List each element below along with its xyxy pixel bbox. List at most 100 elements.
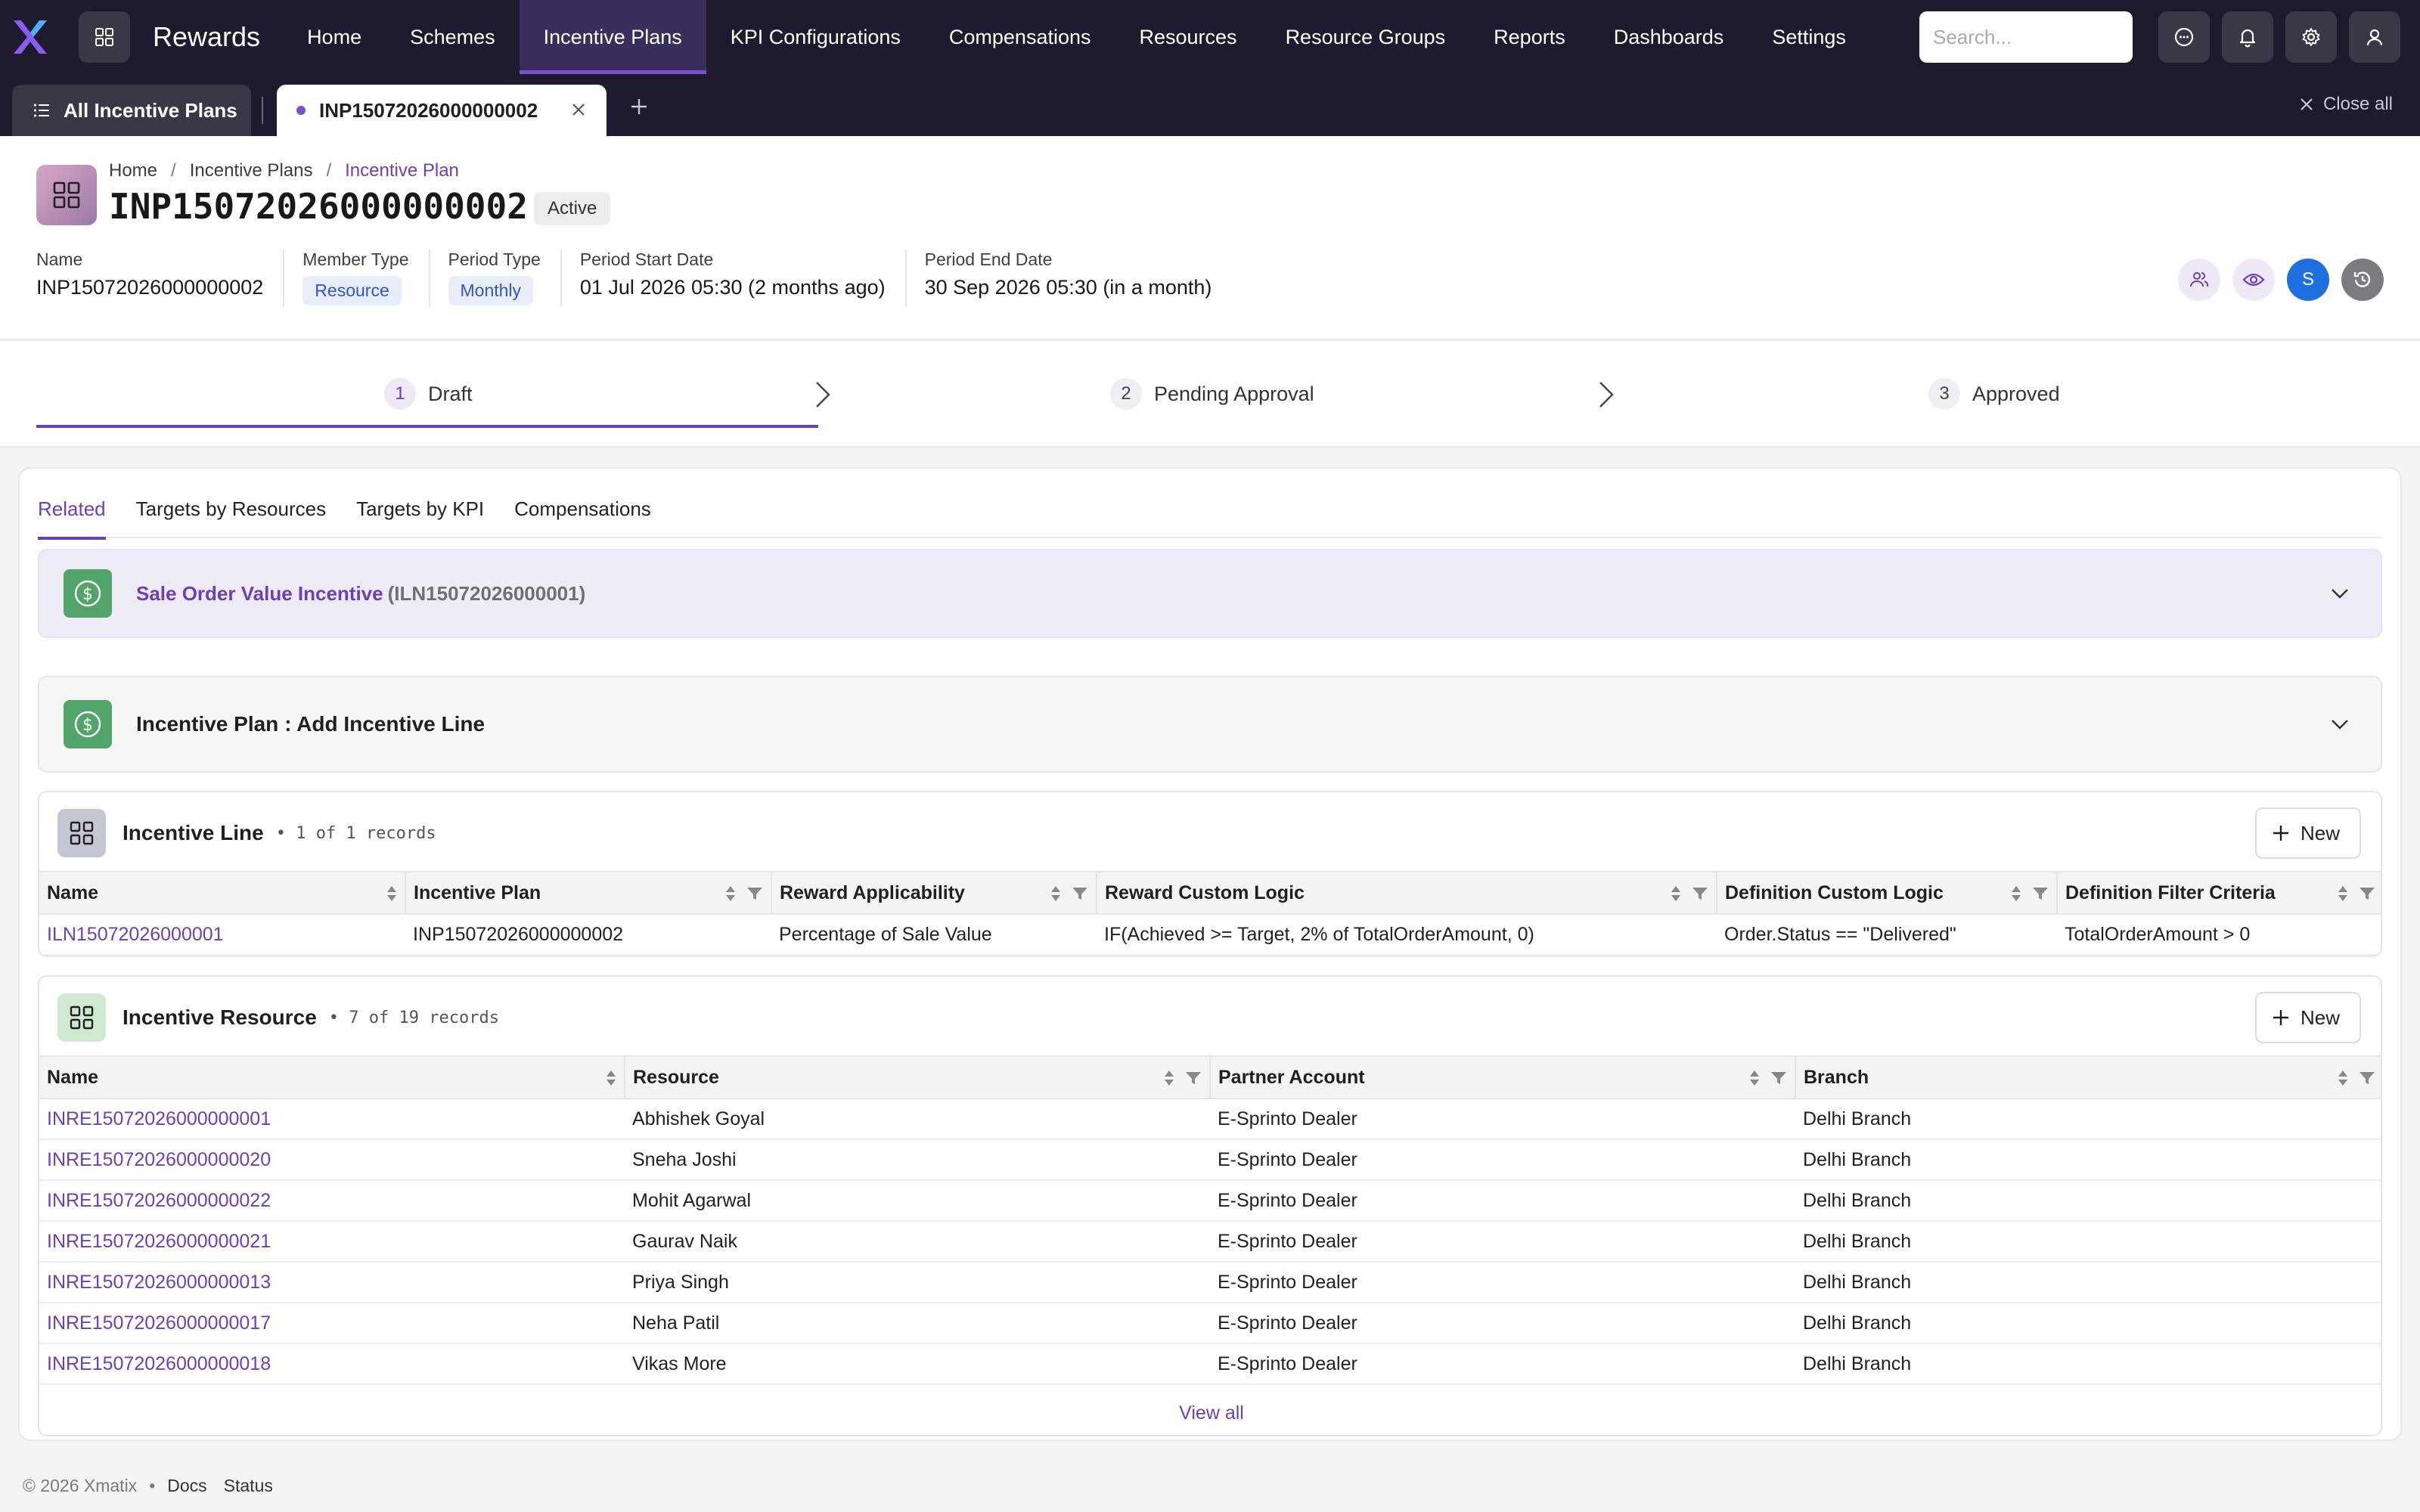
notifications-button[interactable] [2222,11,2273,63]
incentive-resource-name-link[interactable]: INRE15072026000000022 [39,1180,625,1222]
search-input[interactable] [1919,11,2133,63]
incentive-resource-name-link[interactable]: INRE15072026000000021 [39,1221,625,1263]
breadcrumb-home[interactable]: Home [109,160,157,181]
sort-icon[interactable] [606,1069,616,1087]
resource-cell: Vikas More [625,1343,1210,1385]
filter-icon[interactable] [1185,1070,1202,1086]
close-icon[interactable] [570,101,587,118]
resource-cell: Neha Patil [625,1303,1210,1344]
tab-current-record[interactable]: INP15072026000000002 [277,85,607,136]
active-step-indicator [36,425,818,428]
incentive-resource-name-link[interactable]: INRE15072026000000020 [39,1139,625,1181]
avatar[interactable]: S [2287,259,2329,301]
nav-item-kpi-configurations[interactable]: KPI Configurations [706,0,925,74]
sort-icon[interactable] [2338,1069,2348,1087]
new-incentive-line-button[interactable]: New [2254,807,2361,859]
sort-icon[interactable] [386,885,397,903]
table-row[interactable]: INRE15072026000000017 Neha Patil E-Sprin… [39,1303,2381,1344]
close-all-tabs-button[interactable]: Close all [2299,94,2393,115]
nav-item-settings[interactable]: Settings [1748,0,1870,74]
nav-item-home[interactable]: Home [283,0,386,74]
plus-icon [2273,1010,2288,1025]
nav-item-reports[interactable]: Reports [1469,0,1590,74]
sort-icon[interactable] [725,885,736,903]
incentive-resource-table: Name Resource Partner Account Branch INR… [39,1055,2381,1385]
incentive-resource-name-link[interactable]: INRE15072026000000013 [39,1262,625,1303]
filter-icon[interactable] [1692,886,1708,901]
sort-icon[interactable] [2011,885,2021,903]
incentive-resource-name-link[interactable]: INRE15072026000000001 [39,1098,625,1140]
tab-targets-by-resources[interactable]: Targets by Resources [136,484,326,538]
filter-icon[interactable] [1072,886,1088,901]
sort-icon[interactable] [1749,1069,1760,1087]
table-row[interactable]: INRE15072026000000020 Sneha Joshi E-Spri… [39,1139,2381,1181]
footer-link-status[interactable]: Status [224,1476,273,1496]
filter-icon[interactable] [746,886,763,901]
chevron-down-icon[interactable] [2329,586,2350,601]
column-header-resource[interactable]: Resource [625,1055,1211,1099]
table-row[interactable]: INRE15072026000000018 Vikas More E-Sprin… [39,1343,2381,1385]
nav-item-schemes[interactable]: Schemes [386,0,520,74]
incentive-resource-name-link[interactable]: INRE15072026000000017 [39,1303,625,1344]
step-pending-approval[interactable]: 2 Pending Approval [1110,378,1314,410]
incentive-resource-name-link[interactable]: INRE15072026000000018 [39,1343,625,1385]
step-approved[interactable]: 3 Approved [1928,378,2060,410]
filter-icon[interactable] [2359,886,2375,901]
nav-item-incentive-plans[interactable]: Incentive Plans [519,0,706,74]
column-header-reward-applicability[interactable]: Reward Applicability [771,871,1097,915]
tab-compensations[interactable]: Compensations [514,484,651,538]
nav-item-compensations[interactable]: Compensations [925,0,1115,74]
tab-targets-by-kpi[interactable]: Targets by KPI [356,484,484,538]
footer-link-docs[interactable]: Docs [167,1476,206,1496]
tab-related[interactable]: Related [38,484,106,540]
sort-icon[interactable] [1671,885,1681,903]
followers-button[interactable] [2178,259,2220,301]
filter-icon[interactable] [2359,1070,2375,1086]
apps-menu-button[interactable] [79,11,130,63]
column-header-name[interactable]: Name [39,1055,625,1099]
table-row[interactable]: INRE15072026000000022 Mohit Agarwal E-Sp… [39,1180,2381,1222]
incentive-line-name-link[interactable]: ILN15072026000001 [39,914,405,956]
nav-item-dashboards[interactable]: Dashboards [1590,0,1748,74]
table-row[interactable]: ILN15072026000001 INP15072026000000002 P… [39,914,2381,956]
global-search [1919,11,2133,63]
watch-button[interactable] [2232,259,2275,301]
step-draft[interactable]: 1 Draft [384,378,473,410]
tab-all-incentive-plans[interactable]: All Incentive Plans [12,85,251,136]
chevron-down-icon[interactable] [2329,717,2350,732]
column-header-partner-account[interactable]: Partner Account [1210,1055,1796,1099]
sort-icon[interactable] [1050,885,1061,903]
x-logo-icon[interactable] [11,17,50,57]
column-header-reward-custom-logic[interactable]: Reward Custom Logic [1097,871,1717,915]
sort-icon[interactable] [2338,885,2348,903]
tab-active-dot [296,106,306,115]
filter-icon[interactable] [1770,1070,1787,1086]
breadcrumb-incentive-plans[interactable]: Incentive Plans [190,160,313,181]
sort-icon[interactable] [1164,1069,1174,1087]
column-title: Incentive Plan [414,881,541,903]
nav-item-resource-groups[interactable]: Resource Groups [1261,0,1470,74]
column-header-definition-custom-logic[interactable]: Definition Custom Logic [1717,871,2058,915]
incentive-line-accordion[interactable]: $ Sale Order Value Incentive (ILN1507202… [38,549,2382,638]
nav-item-resources[interactable]: Resources [1115,0,1261,74]
table-row[interactable]: INRE15072026000000001 Abhishek Goyal E-S… [39,1098,2381,1140]
column-header-name[interactable]: Name [39,871,406,915]
page-title: INP15072026000000002 [109,186,528,227]
column-header-incentive-plan[interactable]: Incentive Plan [405,871,772,915]
plus-icon[interactable] [629,97,649,116]
profile-button[interactable] [2349,11,2400,63]
table-row[interactable]: INRE15072026000000021 Gaurav Naik E-Spri… [39,1221,2381,1263]
resource-cell: Priya Singh [625,1262,1210,1303]
column-header-definition-filter-criteria[interactable]: Definition Filter Criteria [2057,871,2381,915]
column-header-branch[interactable]: Branch [1795,1055,2381,1099]
new-incentive-resource-button[interactable]: New [2254,992,2361,1043]
add-incentive-line-accordion[interactable]: $ Incentive Plan : Add Incentive Line [38,676,2382,773]
settings-button[interactable] [2285,11,2337,63]
incentive-line-link[interactable]: Sale Order Value Incentive [136,582,383,606]
table-header-row: Name Resource Partner Account Branch [39,1055,2381,1099]
history-button[interactable] [2341,259,2384,301]
filter-icon[interactable] [2032,886,2049,901]
table-row[interactable]: INRE15072026000000013 Priya Singh E-Spri… [39,1262,2381,1303]
chat-button[interactable] [2158,11,2210,63]
view-all-link[interactable]: View all [39,1402,2381,1424]
